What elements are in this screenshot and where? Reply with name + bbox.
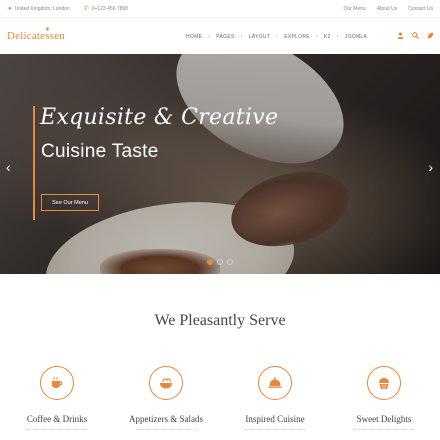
slider-next-arrow-icon[interactable]: ›	[428, 160, 433, 174]
top-link-contact-us[interactable]: Contact Us	[408, 6, 433, 12]
hero-slider	[0, 54, 440, 274]
user-icon[interactable]	[397, 32, 404, 41]
leaf-menu-icon[interactable]	[427, 32, 434, 41]
serve-section-title: We Pleasantly Serve	[154, 312, 286, 329]
nav-layout[interactable]: LAYOUT	[249, 34, 270, 40]
nav-separator: •	[208, 34, 211, 40]
cupcake-icon	[367, 366, 401, 400]
contact-info: ● United Kingdom, London ✆ 0+123 456 789…	[8, 6, 128, 12]
service-name: Sweet Delights	[356, 414, 412, 424]
slider-dot-1[interactable]	[207, 259, 213, 265]
top-bar: ● United Kingdom, London ✆ 0+123 456 789…	[0, 0, 440, 18]
salad-bowl-icon	[149, 366, 183, 400]
nav-separator: •	[336, 34, 339, 40]
cloche-icon	[258, 366, 292, 400]
slider-dots	[207, 259, 233, 265]
header-icons	[397, 32, 434, 41]
service-name: Inspired Cuisine	[245, 414, 305, 424]
hero-script-heading: Exquisite & Creative	[40, 105, 279, 130]
phone-info: ✆ 0+123 456 7890	[84, 6, 128, 12]
service-inspired-cuisine[interactable]: Inspired Cuisine	[220, 366, 330, 432]
nav-separator: •	[276, 34, 279, 40]
slider-prev-arrow-icon[interactable]: ‹	[6, 160, 11, 174]
nav-joomla[interactable]: JOOMLA	[345, 34, 367, 40]
service-description-placeholder	[27, 429, 87, 432]
nav-home[interactable]: HOME	[186, 34, 202, 40]
service-name: Coffee & Drinks	[26, 414, 88, 424]
map-marker-icon: ●	[8, 6, 12, 12]
search-icon[interactable]	[412, 32, 420, 41]
nav-separator: •	[240, 34, 243, 40]
coffee-cup-icon	[40, 366, 74, 400]
leaf-icon: ❦	[45, 27, 51, 33]
see-our-menu-button[interactable]: See Our Menu	[41, 194, 99, 211]
phone-icon: ✆	[83, 6, 89, 12]
hero-overlay	[0, 54, 440, 274]
service-sweet-delights[interactable]: Sweet Delights	[329, 366, 439, 432]
services-list: Coffee & Drinks Appetizers & Salads Insp…	[0, 366, 440, 440]
phone-text: 0+123 456 7890	[91, 6, 128, 12]
site-header: Delicatessen ❦ HOME • PAGES • LAYOUT • E…	[0, 19, 440, 55]
slider-dot-3[interactable]	[227, 259, 233, 265]
site-logo[interactable]: Delicatessen ❦	[7, 27, 65, 42]
top-links: Our Menu About Us Contact Us	[343, 6, 433, 12]
nav-pages[interactable]: PAGES	[216, 34, 234, 40]
logo-text: Delicatessen	[7, 30, 65, 42]
service-name: Appetizers & Salads	[129, 414, 203, 424]
service-description-placeholder	[245, 429, 305, 432]
slider-dot-2[interactable]	[217, 259, 223, 265]
hero-title: Cuisine Taste	[41, 141, 159, 162]
location-info: ● United Kingdom, London	[8, 6, 70, 12]
nav-separator: •	[315, 34, 318, 40]
location-text: United Kingdom, London	[14, 6, 70, 12]
service-appetizers-salads[interactable]: Appetizers & Salads	[111, 366, 221, 432]
top-link-about-us[interactable]: About Us	[377, 6, 398, 12]
service-description-placeholder	[354, 429, 414, 432]
hero-accent-line	[33, 106, 35, 220]
main-nav: HOME • PAGES • LAYOUT • EXPLORE • K2 • J…	[186, 34, 367, 40]
service-coffee-drinks[interactable]: Coffee & Drinks	[2, 366, 112, 432]
service-description-placeholder	[136, 429, 196, 432]
nav-explore[interactable]: EXPLORE	[284, 34, 310, 40]
nav-k2[interactable]: K2	[324, 34, 331, 40]
top-link-our-menu[interactable]: Our Menu	[343, 6, 365, 12]
